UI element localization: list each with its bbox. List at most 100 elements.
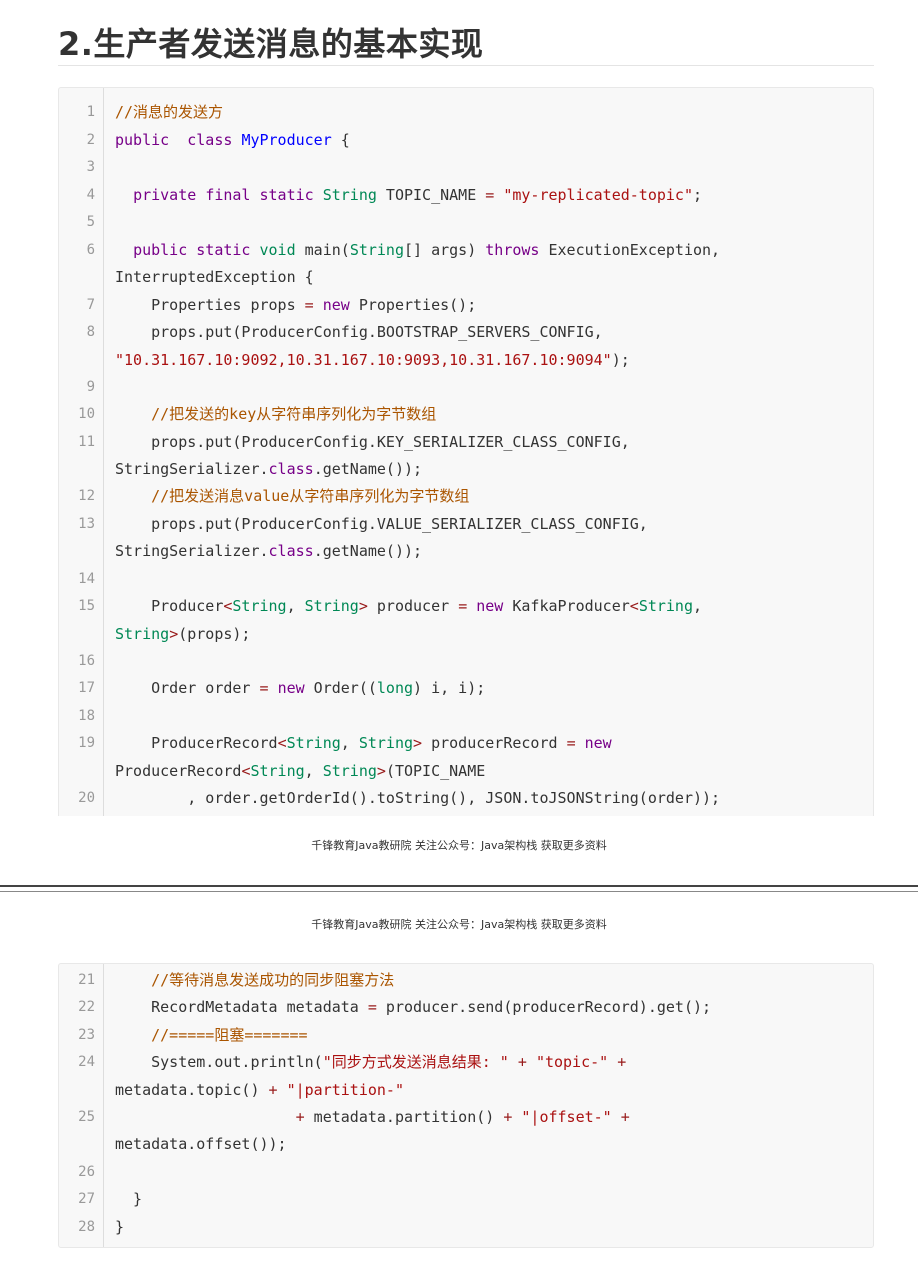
line-number: 25 <box>78 1109 95 1125</box>
code-token: "my-replicated-topic" <box>503 186 693 204</box>
code-token: + <box>268 1081 278 1099</box>
code-line: //消息的发送方 <box>115 102 223 122</box>
code-token: StringSerializer. <box>115 460 269 478</box>
line-number: 26 <box>78 1164 95 1180</box>
code-token: + <box>517 1053 527 1071</box>
code-line: metadata.offset()); <box>115 1134 287 1154</box>
line-number: 10 <box>78 406 95 422</box>
code-token: ExecutionException, <box>539 241 721 259</box>
line-number: 12 <box>78 488 95 504</box>
code-token: class <box>187 131 233 149</box>
code-line: System.out.println("同步方式发送消息结果: " + "top… <box>115 1052 626 1072</box>
code-line: } <box>115 1189 142 1209</box>
code-line: metadata.topic() + "|partition-" <box>115 1080 404 1100</box>
code-token: { <box>331 131 350 149</box>
code-line: Properties props = new Properties(); <box>115 295 476 315</box>
code-token: //把发送的key从字符串序列化为字节数组 <box>151 405 437 423</box>
code-token: public <box>133 241 188 259</box>
code-line: , order.getOrderId().toString(), JSON.to… <box>115 788 720 808</box>
code-token: new <box>277 679 305 697</box>
line-number: 16 <box>78 653 95 669</box>
code-token: producerRecord <box>422 734 567 752</box>
code-token: < <box>629 597 639 615</box>
line-number: 22 <box>78 999 95 1015</box>
code-token: Producer <box>115 597 224 615</box>
line-number: 2 <box>86 132 95 148</box>
code-token: String <box>232 597 287 615</box>
code-token: TOPIC_NAME <box>376 186 486 204</box>
code-token: ); <box>611 351 630 369</box>
code-token: .getName()); <box>313 460 423 478</box>
line-number: 9 <box>86 379 95 395</box>
code-line: InterruptedException { <box>115 267 314 287</box>
code-token: metadata.offset()); <box>115 1135 287 1153</box>
code-token: , <box>693 597 703 615</box>
code-token: metadata.topic() <box>115 1081 269 1099</box>
code-line: //等待消息发送成功的同步阻塞方法 <box>115 970 394 990</box>
code-token: , <box>304 762 323 780</box>
page-header-text: 千锋教育Java教研院 关注公众号：Java架构栈 获取更多资料 <box>311 918 607 931</box>
code-line: + metadata.partition() + "|offset-" + <box>115 1107 630 1127</box>
code-token: class <box>268 460 314 478</box>
code-token: = <box>566 734 576 752</box>
line-number: 18 <box>78 708 95 724</box>
code-token: .getName()); <box>313 542 423 560</box>
code-token: (TOPIC_NAME <box>385 762 486 780</box>
code-token: [] args) <box>404 241 486 259</box>
code-token: RecordMetadata metadata <box>115 998 368 1016</box>
code-token: String <box>322 186 377 204</box>
code-token: KafkaProducer <box>503 597 630 615</box>
line-number: 27 <box>78 1191 95 1207</box>
code-token: ProducerRecord <box>115 734 278 752</box>
code-line: //=====阻塞======= <box>115 1025 307 1045</box>
code-token: String <box>115 625 170 643</box>
code-line: props.put(ProducerConfig.KEY_SERIALIZER_… <box>115 432 630 452</box>
line-number: 17 <box>78 680 95 696</box>
code-token: = <box>304 296 314 314</box>
page-divider <box>0 885 918 887</box>
code-token: MyProducer <box>241 131 332 149</box>
code-line: props.put(ProducerConfig.VALUE_SERIALIZE… <box>115 514 648 534</box>
code-token: = <box>367 998 377 1016</box>
code-token: ) i, i); <box>413 679 486 697</box>
line-number: 7 <box>86 297 95 313</box>
line-number-gutter: 21 22 23 24 25 26 27 28 <box>59 964 104 1247</box>
line-number: 4 <box>86 187 95 203</box>
code-token: System.out.println( <box>115 1053 323 1071</box>
code-token: "|offset-" <box>521 1108 612 1126</box>
code-block-part-1: 1 2 3 4 5 6 7 8 9 10 11 12 13 14 15 16 17 18 19 20 //消息的发送方… <box>58 87 874 816</box>
code-token: = <box>485 186 495 204</box>
code-token: String <box>638 597 693 615</box>
line-number: 8 <box>86 324 95 340</box>
code-token: "|partition-" <box>286 1081 404 1099</box>
code-token: private <box>133 186 197 204</box>
code-token: > <box>169 625 179 643</box>
code-token: long <box>376 679 414 697</box>
line-number: 20 <box>78 790 95 806</box>
code-line: Producer<String, String> producer = new … <box>115 596 702 616</box>
code-token: (props); <box>178 625 251 643</box>
code-token: Properties props <box>115 296 305 314</box>
code-line: public static void main(String[] args) t… <box>115 240 720 260</box>
line-number-gutter: 1 2 3 4 5 6 7 8 9 10 11 12 13 14 15 16 17 18 19 20 <box>59 88 104 816</box>
code-token: String <box>322 762 377 780</box>
code-token: metadata.partition() <box>304 1108 504 1126</box>
code-token: producer <box>367 597 459 615</box>
code-token: //等待消息发送成功的同步阻塞方法 <box>151 971 395 989</box>
code-token: throws <box>485 241 540 259</box>
code-line: //把发送消息value从字符串序列化为字节数组 <box>115 486 469 506</box>
code-token: class <box>268 542 314 560</box>
code-token: , order.getOrderId().toString(), JSON.to… <box>115 789 721 807</box>
code-token: > <box>413 734 423 752</box>
code-token: = <box>259 679 269 697</box>
code-token: public <box>115 131 170 149</box>
